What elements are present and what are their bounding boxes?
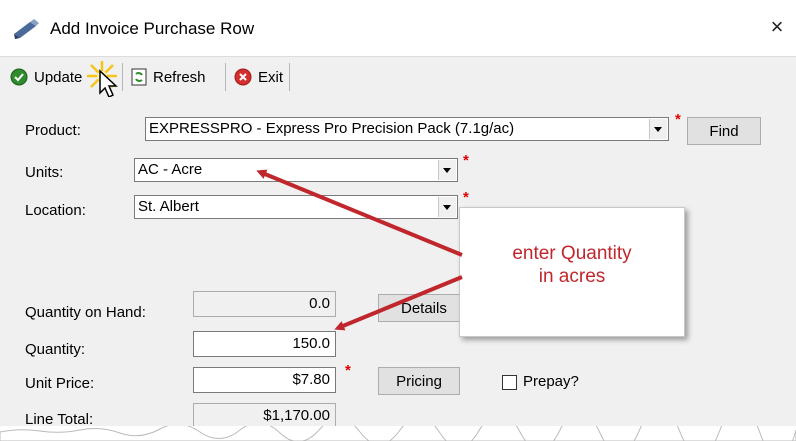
- arrow-to-quantity: [334, 275, 463, 331]
- annotation-arrows: [256, 169, 463, 331]
- torn-edge: [0, 426, 796, 441]
- arrow-to-units: [256, 169, 463, 257]
